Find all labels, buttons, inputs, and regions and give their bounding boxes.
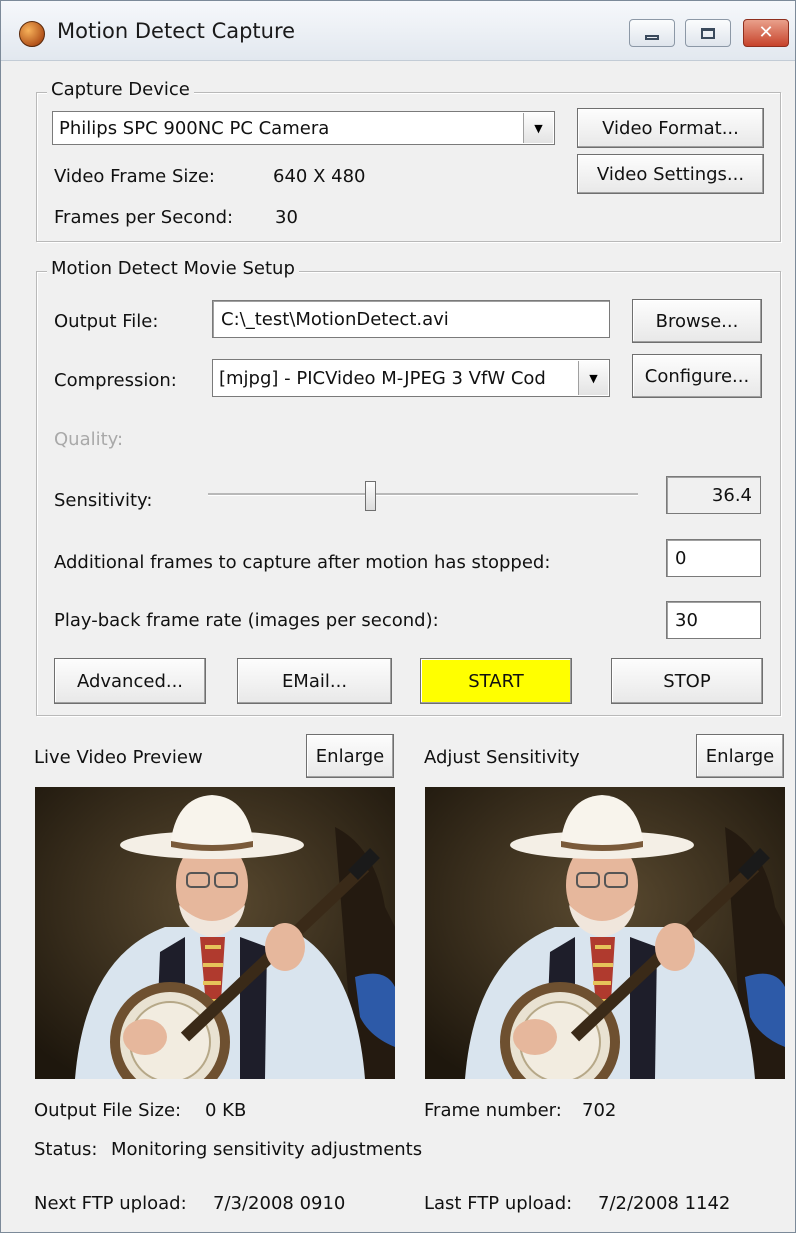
sensitivity-slider-thumb[interactable] <box>365 481 376 511</box>
email-button[interactable]: EMail... <box>237 658 392 704</box>
app-icon <box>19 21 45 47</box>
minimize-button[interactable] <box>629 19 675 47</box>
live-video-preview <box>35 787 395 1079</box>
output-file-label: Output File: <box>54 311 159 332</box>
compression-label: Compression: <box>54 370 177 391</box>
live-enlarge-button[interactable]: Enlarge <box>306 734 394 778</box>
maximize-icon <box>701 27 715 39</box>
fps-label: Frames per Second: <box>54 207 234 228</box>
movie-setup-caption: Motion Detect Movie Setup <box>47 258 299 279</box>
title-bar: Motion Detect Capture ✕ <box>1 1 795 61</box>
capture-device-select[interactable]: Philips SPC 900NC PC Camera ▼ <box>52 111 555 145</box>
playback-rate-label: Play-back frame rate (images per second)… <box>54 610 439 631</box>
dropdown-arrow-icon[interactable]: ▼ <box>523 113 553 143</box>
output-size-label: Output File Size: <box>34 1100 182 1121</box>
adjust-enlarge-button[interactable]: Enlarge <box>696 734 784 778</box>
start-button[interactable]: START <box>420 658 572 704</box>
close-button[interactable]: ✕ <box>743 19 789 47</box>
sensitivity-slider-track[interactable] <box>208 493 638 496</box>
sensitivity-label: Sensitivity: <box>54 490 153 511</box>
configure-button[interactable]: Configure... <box>632 354 762 398</box>
frame-size-value: 640 X 480 <box>273 166 366 187</box>
stop-button[interactable]: STOP <box>611 658 763 704</box>
adjust-sensitivity-preview <box>425 787 785 1079</box>
next-ftp-value: 7/3/2008 0910 <box>213 1193 346 1214</box>
compression-select[interactable]: [mjpg] - PICVideo M-JPEG 3 VfW Cod ▼ <box>212 359 610 397</box>
additional-frames-label: Additional frames to capture after motio… <box>54 552 551 573</box>
next-ftp-label: Next FTP upload: <box>34 1193 187 1214</box>
browse-button[interactable]: Browse... <box>632 299 762 343</box>
motion-detect-window: Motion Detect Capture ✕ Capture Device P… <box>0 0 796 1233</box>
video-settings-button[interactable]: Video Settings... <box>577 154 764 194</box>
capture-device-selected: Philips SPC 900NC PC Camera <box>59 117 330 139</box>
video-format-button[interactable]: Video Format... <box>577 108 764 148</box>
advanced-button[interactable]: Advanced... <box>54 658 206 704</box>
additional-frames-input[interactable]: 0 <box>666 539 761 577</box>
adjust-sensitivity-label: Adjust Sensitivity <box>424 747 580 768</box>
frame-number-value: 702 <box>582 1100 617 1121</box>
last-ftp-value: 7/2/2008 1142 <box>598 1193 731 1214</box>
capture-device-caption: Capture Device <box>47 79 194 100</box>
frame-size-label: Video Frame Size: <box>54 166 215 187</box>
dropdown-arrow-icon[interactable]: ▼ <box>578 361 608 395</box>
live-video-image <box>35 787 395 1079</box>
quality-label: Quality: <box>54 429 124 450</box>
output-size-value: 0 KB <box>205 1100 247 1121</box>
compression-selected: [mjpg] - PICVideo M-JPEG 3 VfW Cod <box>219 367 546 389</box>
maximize-button[interactable] <box>685 19 731 47</box>
last-ftp-label: Last FTP upload: <box>424 1193 573 1214</box>
live-preview-label: Live Video Preview <box>34 747 203 768</box>
status-label: Status: <box>34 1139 98 1160</box>
window-title: Motion Detect Capture <box>57 19 296 43</box>
output-file-input[interactable]: C:\_test\MotionDetect.avi <box>212 300 610 338</box>
sensitivity-video-image <box>425 787 785 1079</box>
fps-value: 30 <box>275 207 298 228</box>
status-value: Monitoring sensitivity adjustments <box>111 1139 423 1160</box>
close-icon: ✕ <box>758 22 774 43</box>
minimize-icon <box>645 34 659 40</box>
sensitivity-value: 36.4 <box>666 476 761 514</box>
frame-number-label: Frame number: <box>424 1100 562 1121</box>
playback-rate-input[interactable]: 30 <box>666 601 761 639</box>
